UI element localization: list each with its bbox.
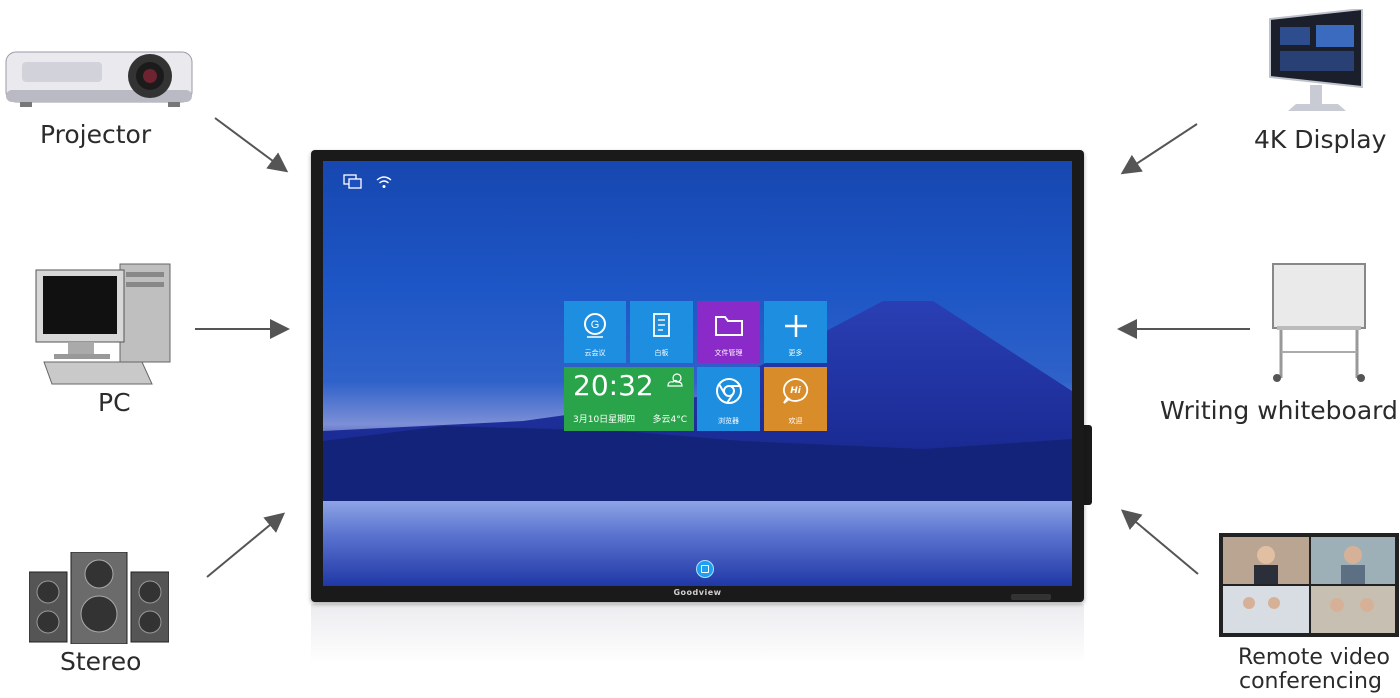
cloudy-weather-icon	[667, 373, 683, 387]
pc-label: PC	[98, 388, 131, 417]
home-icon[interactable]	[696, 560, 714, 578]
4k-display-label: 4K Display	[1254, 125, 1387, 154]
note-icon	[652, 313, 670, 337]
projector-label: Projector	[40, 120, 152, 149]
brand-logo: Goodview	[673, 588, 722, 597]
front-ports	[1011, 594, 1051, 600]
clock-time: 20:32	[573, 369, 654, 402]
panel-screen: G 云会议 白板 文件管理 更多 20:32 3月10日星期四 多云4°C 浏览…	[323, 161, 1072, 586]
tile-welcome[interactable]: Hi 欢迎	[764, 367, 827, 431]
stereo-label: Stereo	[60, 647, 142, 676]
monitor-icon	[1269, 9, 1363, 111]
plus-icon	[784, 315, 807, 337]
tile-cloud-meeting[interactable]: G 云会议	[564, 301, 626, 363]
screen-share-icon[interactable]	[343, 174, 363, 190]
arrow-4k-display	[1120, 123, 1198, 175]
tile-file-manager-label: 文件管理	[714, 349, 743, 357]
tile-more[interactable]: 更多	[764, 301, 827, 363]
panel-reflection	[311, 604, 1084, 664]
video-conference-label-2: conferencing	[1239, 669, 1382, 694]
video-conference-label-1: Remote video	[1238, 645, 1390, 670]
tile-welcome-label: 欢迎	[788, 417, 803, 425]
tile-whiteboard[interactable]: 白板	[630, 301, 693, 363]
tile-clock-weather[interactable]: 20:32 3月10日星期四 多云4°C	[564, 367, 694, 431]
tile-more-label: 更多	[788, 349, 803, 357]
arrow-projector	[214, 117, 289, 173]
whiteboard-label: Writing whiteboard	[1160, 396, 1398, 425]
browser-icon	[715, 378, 742, 404]
clock-date: 3月10日星期四	[573, 415, 636, 425]
video-conference-icon	[1219, 533, 1399, 637]
arrow-video-conference	[1120, 509, 1199, 575]
folder-icon	[714, 316, 743, 336]
tile-browser[interactable]: 浏览器	[697, 367, 760, 431]
tile-whiteboard-label: 白板	[654, 349, 669, 357]
whiteboard-icon	[1272, 263, 1366, 382]
tile-browser-label: 浏览器	[718, 417, 739, 425]
arrow-stereo	[206, 512, 286, 578]
projector-icon	[5, 51, 193, 107]
svg-text:G: G	[591, 319, 600, 331]
interactive-flat-panel: G 云会议 白板 文件管理 更多 20:32 3月10日星期四 多云4°C 浏览…	[311, 150, 1084, 602]
meeting-g-icon: G	[584, 313, 606, 338]
tile-cloud-meeting-label: 云会议	[584, 349, 606, 357]
wifi-icon[interactable]	[375, 174, 393, 190]
stereo-icon	[29, 552, 169, 644]
pc-icon	[35, 263, 171, 385]
tile-file-manager[interactable]: 文件管理	[697, 301, 760, 363]
hi-glyph: Hi	[790, 386, 801, 396]
clock-weather: 多云4°C	[652, 415, 687, 425]
